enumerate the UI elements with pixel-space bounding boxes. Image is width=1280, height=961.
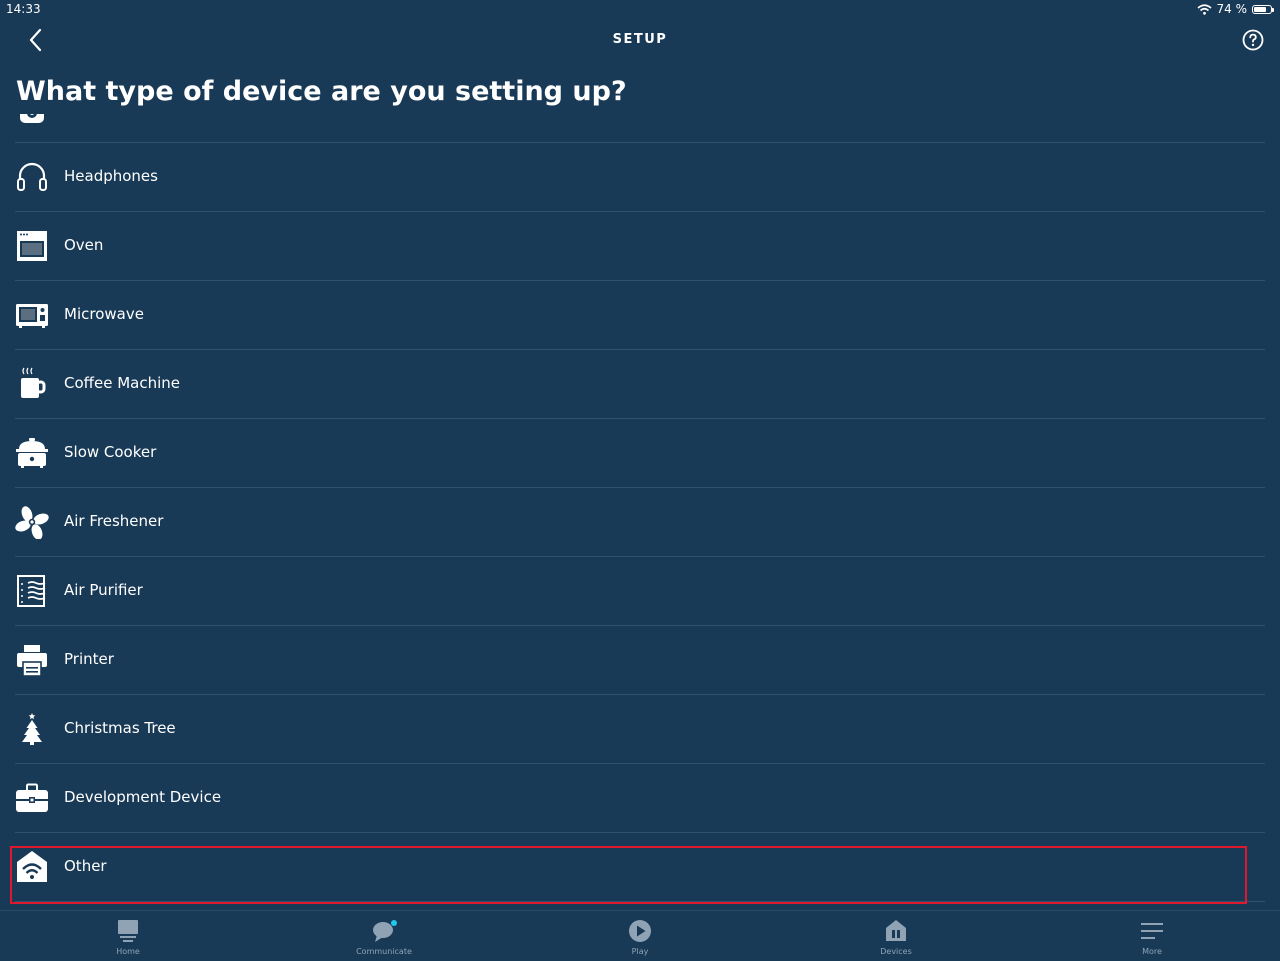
device-label: Printer — [64, 650, 114, 668]
fan-icon — [15, 506, 49, 539]
tab-communicate[interactable]: Communicate — [256, 911, 512, 961]
headphones-icon — [17, 162, 47, 191]
device-label: Air Freshener — [64, 512, 164, 530]
device-row-development-device[interactable]: Development Device — [15, 764, 1265, 833]
tab-bar: Home Communicate Play Devices More — [0, 910, 1280, 961]
device-label: Christmas Tree — [64, 719, 176, 737]
device-row-other[interactable]: Other — [15, 833, 1265, 902]
battery-percent: 74 % — [1216, 2, 1248, 16]
tab-label: Devices — [880, 947, 912, 956]
device-label: Development Device — [64, 788, 222, 806]
toolbox-icon — [16, 783, 48, 812]
tab-label: Play — [631, 947, 649, 956]
device-row-oven[interactable]: Oven — [15, 212, 1265, 281]
device-row-microwave[interactable]: Microwave — [15, 281, 1265, 350]
device-row-air-freshener[interactable]: Air Freshener — [15, 488, 1265, 557]
chat-bubble-icon — [373, 920, 397, 942]
menu-icon — [1141, 923, 1163, 939]
device-label: Oven — [64, 236, 104, 254]
page-title: What type of device are you setting up? — [16, 76, 627, 107]
play-icon — [629, 920, 651, 942]
device-row-air-purifier[interactable]: Air Purifier — [15, 557, 1265, 626]
device-label: Slow Cooker — [64, 443, 157, 461]
speaker-icon — [20, 114, 44, 123]
wifi-house-icon — [17, 851, 47, 882]
home-icon — [118, 920, 138, 942]
air-purifier-icon — [17, 575, 46, 607]
tab-play[interactable]: Play — [512, 911, 768, 961]
device-label: Coffee Machine — [64, 374, 181, 392]
status-right: 74 % — [1196, 2, 1274, 16]
status-bar: 14:33 74 % — [0, 0, 1280, 18]
status-time: 14:33 — [6, 2, 41, 16]
device-row-coffee-machine[interactable]: Coffee Machine — [15, 350, 1265, 419]
device-label: Microwave — [64, 305, 144, 323]
device-row-slow-cooker[interactable]: Slow Cooker — [15, 419, 1265, 488]
oven-icon — [17, 231, 47, 261]
tab-label: More — [1142, 947, 1162, 956]
tab-label: Communicate — [356, 947, 412, 956]
nav-bar: SETUP — [0, 20, 1280, 60]
device-label: Other — [64, 857, 107, 875]
help-icon[interactable] — [1241, 28, 1265, 52]
device-row-christmas-tree[interactable]: Christmas Tree — [15, 695, 1265, 764]
tab-devices[interactable]: Devices — [768, 911, 1024, 961]
printer-icon — [17, 645, 47, 677]
slow-cooker-icon — [16, 438, 48, 468]
battery-icon — [1252, 4, 1274, 14]
tab-label: Home — [116, 947, 140, 956]
wifi-icon — [1196, 3, 1212, 15]
device-label: Air Purifier — [64, 581, 143, 599]
nav-title: SETUP — [612, 32, 668, 47]
tab-home[interactable]: Home — [0, 911, 256, 961]
coffee-machine-icon — [21, 367, 46, 398]
devices-icon — [886, 920, 906, 941]
tab-more[interactable]: More — [1024, 911, 1280, 961]
device-row-printer[interactable]: Printer — [15, 626, 1265, 695]
device-type-list[interactable]: Headphones Oven Microwave Coffee Machine… — [0, 114, 1280, 910]
christmas-tree-icon — [22, 713, 42, 745]
device-label: Headphones — [64, 167, 158, 185]
microwave-icon — [16, 304, 48, 328]
device-row-headphones[interactable]: Headphones — [15, 143, 1265, 212]
device-row-speaker[interactable] — [15, 114, 1265, 143]
